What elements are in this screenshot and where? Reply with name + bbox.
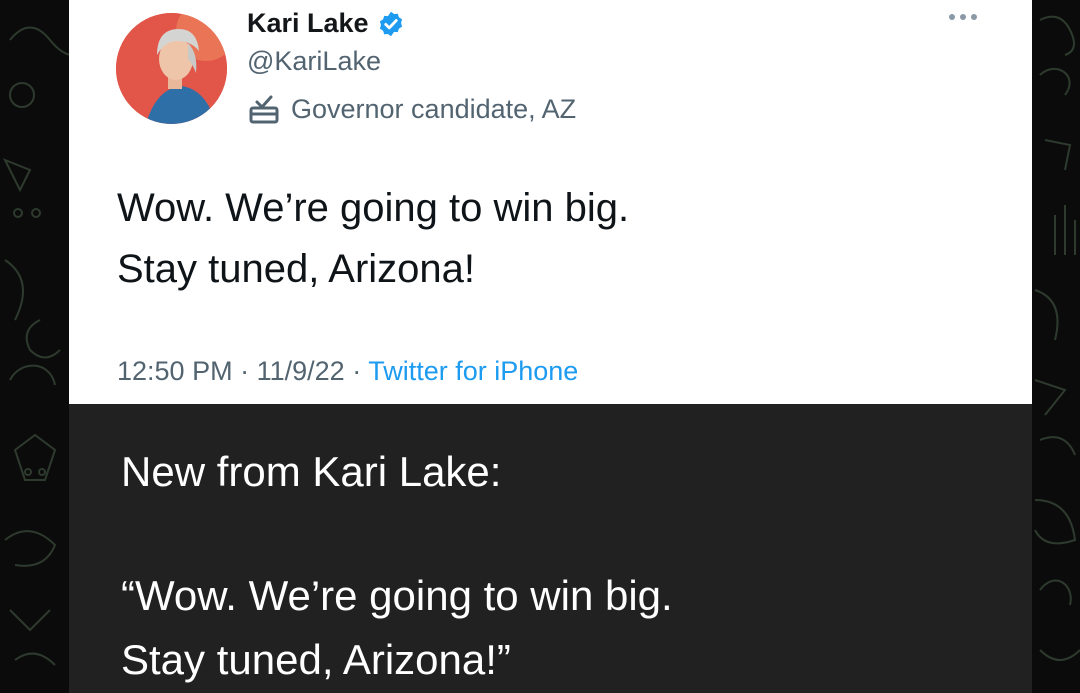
more-options-icon[interactable] <box>949 14 977 20</box>
author-name-row: Kari Lake <box>247 8 405 39</box>
meta-separator: · <box>352 356 362 386</box>
message-caption: New from Kari Lake: “Wow. We’re going to… <box>69 404 1032 693</box>
tweet-source-link[interactable]: Twitter for iPhone <box>368 356 578 386</box>
tweet-date[interactable]: 11/9/22 <box>257 356 345 386</box>
tweet-text: Wow. We’re going to win big. Stay tuned,… <box>117 178 977 300</box>
tweet-meta: 12:50 PM · 11/9/22 · Twitter for iPhone <box>117 356 578 387</box>
tweet-text-line: Stay tuned, Arizona! <box>117 247 476 291</box>
caption-line: New from Kari Lake: <box>121 448 502 495</box>
tweet-card[interactable]: Kari Lake @KariLake Governor candidate, … <box>69 0 1032 404</box>
author-handle[interactable]: @KariLake <box>247 46 381 77</box>
tweet-time[interactable]: 12:50 PM <box>117 356 233 386</box>
author-name[interactable]: Kari Lake <box>247 8 369 39</box>
verified-badge-icon <box>379 11 402 36</box>
caption-line: “Wow. We’re going to win big. <box>121 572 673 619</box>
avatar[interactable] <box>116 13 227 124</box>
ballot-box-icon <box>249 95 279 124</box>
meta-separator: · <box>240 356 250 386</box>
account-label[interactable]: Governor candidate, AZ <box>247 92 576 126</box>
account-label-text: Governor candidate, AZ <box>291 93 577 124</box>
caption-line: Stay tuned, Arizona!” <box>121 636 511 683</box>
tweet-text-line: Wow. We’re going to win big. <box>117 186 630 230</box>
avatar-portrait-icon <box>116 13 227 124</box>
